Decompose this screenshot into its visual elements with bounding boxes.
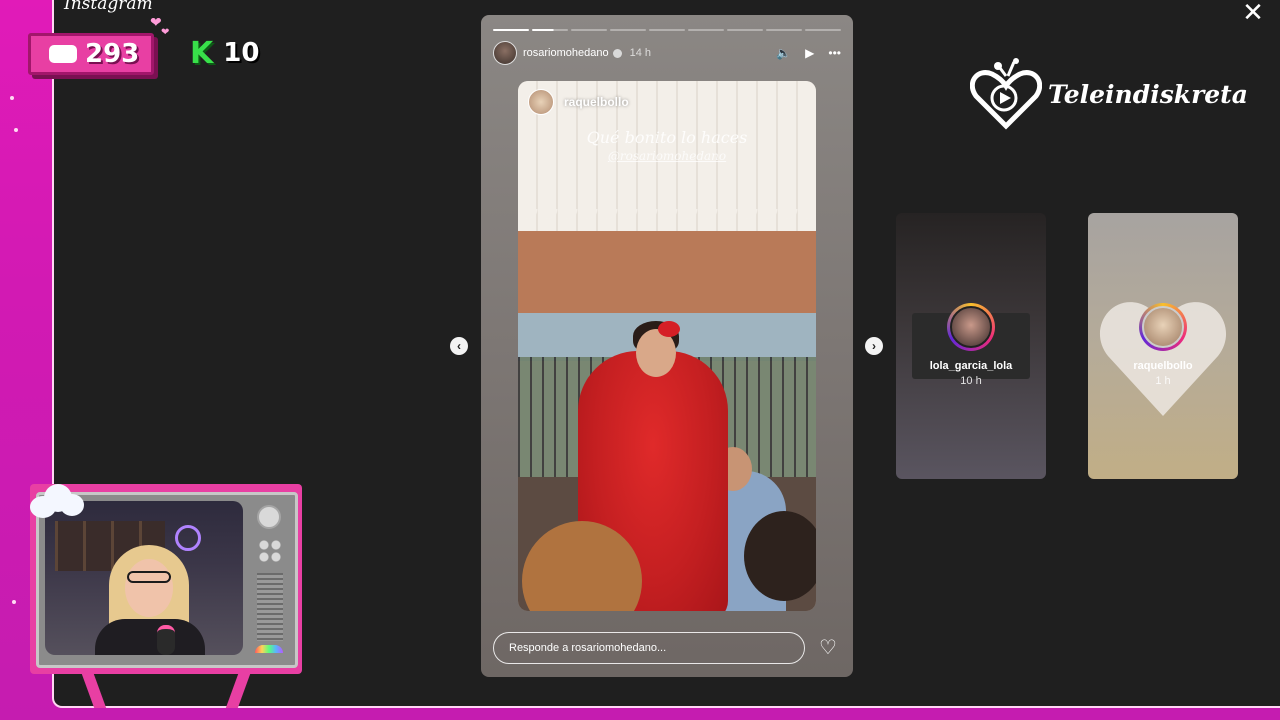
story-preview-card[interactable]: lola_garcia_lola 10 h	[896, 213, 1046, 479]
progress-segment	[649, 29, 685, 31]
brand-wordmark: Teleindiskreta	[1048, 79, 1248, 109]
story-card[interactable]: rosariomohedano 14 h 🔈 ▶ ••• raquelbollo…	[481, 15, 853, 677]
more-dots-icon[interactable]: •••	[828, 46, 841, 60]
story-preview-card[interactable]: raquelbollo 1 h	[1088, 213, 1238, 479]
preview-username: lola_garcia_lola	[929, 360, 1013, 372]
youtube-viewer-counter: 293	[28, 33, 154, 75]
story-progress-bar	[493, 29, 841, 31]
instagram-wordmark: Instagram	[64, 0, 153, 14]
heart-decoration-icon: ❤	[161, 27, 170, 38]
sparkle-decoration	[10, 96, 14, 100]
avatar	[1142, 306, 1184, 348]
story-ring	[1139, 303, 1187, 351]
rainbow-icon	[255, 645, 283, 653]
streamer-face	[125, 559, 173, 617]
neon-sign	[175, 525, 201, 551]
reshared-post[interactable]: raquelbollo Qué bonito lo haces @rosario…	[518, 81, 816, 611]
verified-badge-icon	[612, 48, 622, 58]
progress-segment	[805, 29, 841, 31]
awning-scallop	[518, 209, 816, 231]
tv-speaker-grill	[257, 573, 283, 641]
speaker-icon[interactable]: 🔈	[776, 46, 791, 60]
progress-segment	[571, 29, 607, 31]
reply-input[interactable]	[493, 632, 805, 664]
wall-image	[518, 231, 816, 313]
streamer-shirt	[95, 619, 205, 655]
youtube-icon	[49, 45, 77, 63]
reshared-post-mention[interactable]: @rosariomohedano	[518, 149, 816, 163]
avatar	[950, 306, 992, 348]
sparkle-decoration	[14, 128, 18, 132]
reshared-post-header: raquelbollo	[528, 89, 629, 115]
story-ring	[947, 303, 995, 351]
kick-viewer-count: 10	[223, 38, 260, 68]
audience-head	[744, 511, 816, 601]
close-icon[interactable]: ✕	[1240, 0, 1266, 26]
progress-segment-current	[532, 29, 568, 31]
progress-segment	[493, 29, 529, 31]
reshared-post-caption: Qué bonito lo haces	[586, 128, 748, 147]
streamer-glasses	[127, 571, 171, 583]
kick-viewer-counter: K 10	[182, 33, 267, 73]
heart-decoration-icon: ❤	[150, 14, 162, 30]
chevron-right-icon[interactable]: ›	[865, 337, 883, 355]
reshared-post-username[interactable]: raquelbollo	[564, 95, 629, 109]
preview-timestamp: 1 h	[1155, 375, 1171, 387]
story-header: rosariomohedano 14 h 🔈 ▶ •••	[493, 41, 841, 65]
story-username[interactable]: rosariomohedano	[523, 47, 609, 59]
avatar[interactable]	[493, 41, 517, 65]
chevron-left-icon[interactable]: ‹	[450, 337, 468, 355]
microphone-icon	[157, 625, 175, 655]
progress-segment	[688, 29, 724, 31]
story-timestamp: 14 h	[629, 47, 652, 59]
kick-k-icon: K	[190, 35, 214, 71]
stream-overlay: Instagram ❤ ❤ 293 K 10 ✕ ‹ › rosariomohe…	[0, 0, 1280, 720]
progress-segment	[766, 29, 802, 31]
tv-dial-icon	[257, 505, 281, 529]
webcam-feed	[45, 501, 243, 655]
brand-logo: Teleindiskreta	[969, 58, 1248, 130]
preview-timestamp: 10 h	[960, 375, 982, 387]
tv-buttons-icon	[258, 539, 282, 563]
hair-flower	[658, 321, 680, 337]
story-controls: 🔈 ▶ •••	[776, 46, 841, 60]
heart-tv-play-icon	[969, 58, 1043, 130]
heart-outline-icon[interactable]: ♡	[817, 637, 839, 659]
tv-control-panel	[249, 501, 291, 655]
preview-username: raquelbollo	[1133, 360, 1193, 372]
cloud-icon	[30, 482, 84, 520]
play-icon[interactable]: ▶	[805, 46, 814, 60]
avatar[interactable]	[528, 89, 554, 115]
progress-segment	[727, 29, 763, 31]
progress-segment	[610, 29, 646, 31]
sparkle-decoration	[12, 600, 16, 604]
youtube-viewer-count: 293	[85, 39, 140, 69]
